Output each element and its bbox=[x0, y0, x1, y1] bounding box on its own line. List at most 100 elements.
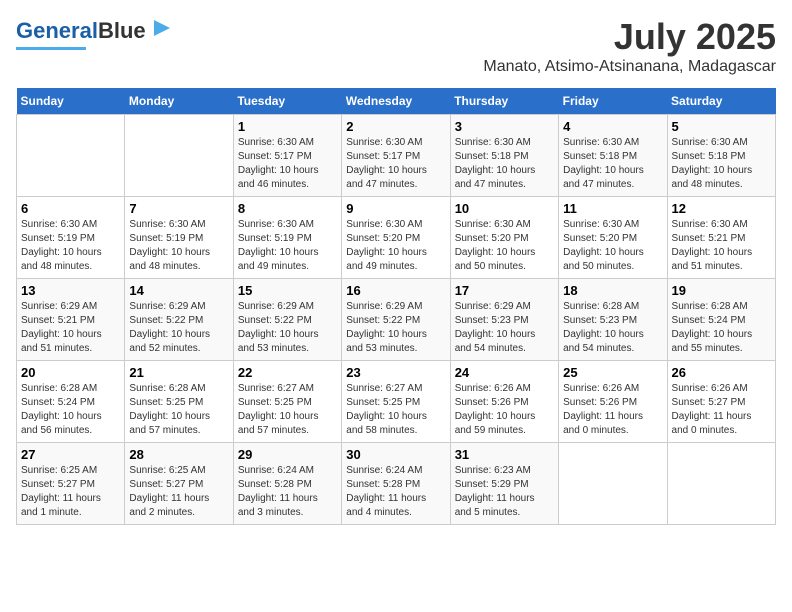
day-number: 11 bbox=[563, 201, 662, 216]
calendar-day-cell: 8 Sunrise: 6:30 AM Sunset: 5:19 PM Daylig… bbox=[233, 197, 341, 279]
page-title: July 2025 bbox=[483, 16, 776, 58]
day-number: 30 bbox=[346, 447, 445, 462]
day-info: Sunrise: 6:29 AM Sunset: 5:22 PM Dayligh… bbox=[129, 300, 228, 356]
day-number: 19 bbox=[672, 283, 771, 298]
calendar-day-cell: 5 Sunrise: 6:30 AM Sunset: 5:18 PM Daylig… bbox=[667, 115, 775, 197]
weekday-header: Tuesday bbox=[233, 88, 341, 115]
calendar-week-row: 1 Sunrise: 6:30 AM Sunset: 5:17 PM Daylig… bbox=[17, 115, 776, 197]
calendar-day-cell: 2Sunrise: 6:30 AM Sunset: 5:17 PM Daylig… bbox=[342, 115, 450, 197]
page-header: GeneralBlue July 2025 Manato, Atsimo-Ats… bbox=[16, 16, 776, 76]
calendar-day-cell: 29Sunrise: 6:24 AM Sunset: 5:28 PM Dayli… bbox=[233, 443, 341, 525]
day-number: 17 bbox=[455, 283, 554, 298]
day-number: 16 bbox=[346, 283, 445, 298]
calendar-day-cell bbox=[125, 115, 233, 197]
day-number: 10 bbox=[455, 201, 554, 216]
day-number: 24 bbox=[455, 365, 554, 380]
weekday-header: Friday bbox=[559, 88, 667, 115]
day-info: Sunrise: 6:23 AM Sunset: 5:29 PM Dayligh… bbox=[455, 464, 554, 520]
day-number: 14 bbox=[129, 283, 228, 298]
calendar-header-row: SundayMondayTuesdayWednesdayThursdayFrid… bbox=[17, 88, 776, 115]
day-info: Sunrise: 6:30 AM Sunset: 5:18 PM Dayligh… bbox=[455, 136, 554, 192]
weekday-header: Thursday bbox=[450, 88, 558, 115]
day-number: 13 bbox=[21, 283, 120, 298]
day-number: 1 bbox=[238, 119, 337, 134]
day-info: Sunrise: 6:29 AM Sunset: 5:21 PM Dayligh… bbox=[21, 300, 120, 356]
day-info: Sunrise: 6:29 AM Sunset: 5:22 PM Dayligh… bbox=[238, 300, 337, 356]
day-number: 9 bbox=[346, 201, 445, 216]
day-info: Sunrise: 6:26 AM Sunset: 5:26 PM Dayligh… bbox=[455, 382, 554, 438]
calendar-day-cell: 14 Sunrise: 6:29 AM Sunset: 5:22 PM Dayli… bbox=[125, 279, 233, 361]
day-info: Sunrise: 6:30 AM Sunset: 5:19 PM Dayligh… bbox=[238, 218, 337, 274]
day-info: Sunrise: 6:29 AM Sunset: 5:23 PM Dayligh… bbox=[455, 300, 554, 356]
weekday-header: Wednesday bbox=[342, 88, 450, 115]
day-info: Sunrise: 6:30 AM Sunset: 5:20 PM Dayligh… bbox=[455, 218, 554, 274]
day-number: 27 bbox=[21, 447, 120, 462]
calendar-day-cell: 6 Sunrise: 6:30 AM Sunset: 5:19 PM Daylig… bbox=[17, 197, 125, 279]
day-info: Sunrise: 6:30 AM Sunset: 5:17 PM Dayligh… bbox=[346, 136, 445, 192]
day-info: Sunrise: 6:28 AM Sunset: 5:24 PM Dayligh… bbox=[21, 382, 120, 438]
day-info: Sunrise: 6:30 AM Sunset: 5:19 PM Dayligh… bbox=[21, 218, 120, 274]
day-info: Sunrise: 6:28 AM Sunset: 5:23 PM Dayligh… bbox=[563, 300, 662, 356]
calendar-day-cell bbox=[17, 115, 125, 197]
calendar-day-cell bbox=[667, 443, 775, 525]
day-info: Sunrise: 6:30 AM Sunset: 5:18 PM Dayligh… bbox=[672, 136, 771, 192]
day-number: 15 bbox=[238, 283, 337, 298]
calendar-day-cell: 4Sunrise: 6:30 AM Sunset: 5:18 PM Daylig… bbox=[559, 115, 667, 197]
calendar-day-cell: 31Sunrise: 6:23 AM Sunset: 5:29 PM Dayli… bbox=[450, 443, 558, 525]
day-info: Sunrise: 6:26 AM Sunset: 5:26 PM Dayligh… bbox=[563, 382, 662, 438]
calendar-day-cell: 9 Sunrise: 6:30 AM Sunset: 5:20 PM Daylig… bbox=[342, 197, 450, 279]
day-info: Sunrise: 6:25 AM Sunset: 5:27 PM Dayligh… bbox=[129, 464, 228, 520]
day-info: Sunrise: 6:29 AM Sunset: 5:22 PM Dayligh… bbox=[346, 300, 445, 356]
calendar-week-row: 27 Sunrise: 6:25 AM Sunset: 5:27 PM Dayli… bbox=[17, 443, 776, 525]
day-info: Sunrise: 6:30 AM Sunset: 5:20 PM Dayligh… bbox=[346, 218, 445, 274]
calendar-day-cell: 11Sunrise: 6:30 AM Sunset: 5:20 PM Dayli… bbox=[559, 197, 667, 279]
day-number: 12 bbox=[672, 201, 771, 216]
logo-text: GeneralBlue bbox=[16, 20, 146, 42]
calendar-week-row: 13 Sunrise: 6:29 AM Sunset: 5:21 PM Dayli… bbox=[17, 279, 776, 361]
calendar-week-row: 20 Sunrise: 6:28 AM Sunset: 5:24 PM Dayli… bbox=[17, 361, 776, 443]
calendar-day-cell: 7Sunrise: 6:30 AM Sunset: 5:19 PM Daylig… bbox=[125, 197, 233, 279]
day-info: Sunrise: 6:28 AM Sunset: 5:24 PM Dayligh… bbox=[672, 300, 771, 356]
calendar-day-cell: 19 Sunrise: 6:28 AM Sunset: 5:24 PM Dayli… bbox=[667, 279, 775, 361]
calendar-day-cell: 1 Sunrise: 6:30 AM Sunset: 5:17 PM Daylig… bbox=[233, 115, 341, 197]
day-number: 23 bbox=[346, 365, 445, 380]
weekday-header: Monday bbox=[125, 88, 233, 115]
calendar-day-cell: 13 Sunrise: 6:29 AM Sunset: 5:21 PM Dayli… bbox=[17, 279, 125, 361]
title-block: July 2025 Manato, Atsimo-Atsinanana, Mad… bbox=[483, 16, 776, 76]
calendar-day-cell: 18 Sunrise: 6:28 AM Sunset: 5:23 PM Dayli… bbox=[559, 279, 667, 361]
calendar-day-cell: 21Sunrise: 6:28 AM Sunset: 5:25 PM Dayli… bbox=[125, 361, 233, 443]
calendar-day-cell: 24 Sunrise: 6:26 AM Sunset: 5:26 PM Dayli… bbox=[450, 361, 558, 443]
calendar-day-cell: 17 Sunrise: 6:29 AM Sunset: 5:23 PM Dayli… bbox=[450, 279, 558, 361]
day-info: Sunrise: 6:30 AM Sunset: 5:18 PM Dayligh… bbox=[563, 136, 662, 192]
day-number: 3 bbox=[455, 119, 554, 134]
day-number: 18 bbox=[563, 283, 662, 298]
day-info: Sunrise: 6:25 AM Sunset: 5:27 PM Dayligh… bbox=[21, 464, 120, 520]
day-number: 6 bbox=[21, 201, 120, 216]
calendar-day-cell: 12Sunrise: 6:30 AM Sunset: 5:21 PM Dayli… bbox=[667, 197, 775, 279]
calendar-day-cell: 22Sunrise: 6:27 AM Sunset: 5:25 PM Dayli… bbox=[233, 361, 341, 443]
calendar-day-cell: 23 Sunrise: 6:27 AM Sunset: 5:25 PM Dayli… bbox=[342, 361, 450, 443]
day-info: Sunrise: 6:27 AM Sunset: 5:25 PM Dayligh… bbox=[346, 382, 445, 438]
day-number: 8 bbox=[238, 201, 337, 216]
day-number: 20 bbox=[21, 365, 120, 380]
calendar-day-cell: 26Sunrise: 6:26 AM Sunset: 5:27 PM Dayli… bbox=[667, 361, 775, 443]
calendar-day-cell bbox=[559, 443, 667, 525]
calendar-table: SundayMondayTuesdayWednesdayThursdayFrid… bbox=[16, 88, 776, 525]
day-number: 25 bbox=[563, 365, 662, 380]
day-number: 7 bbox=[129, 201, 228, 216]
calendar-day-cell: 3 Sunrise: 6:30 AM Sunset: 5:18 PM Daylig… bbox=[450, 115, 558, 197]
calendar-day-cell: 30Sunrise: 6:24 AM Sunset: 5:28 PM Dayli… bbox=[342, 443, 450, 525]
day-number: 29 bbox=[238, 447, 337, 462]
weekday-header: Sunday bbox=[17, 88, 125, 115]
calendar-day-cell: 28 Sunrise: 6:25 AM Sunset: 5:27 PM Dayli… bbox=[125, 443, 233, 525]
calendar-day-cell: 10 Sunrise: 6:30 AM Sunset: 5:20 PM Dayli… bbox=[450, 197, 558, 279]
calendar-day-cell: 27 Sunrise: 6:25 AM Sunset: 5:27 PM Dayli… bbox=[17, 443, 125, 525]
day-info: Sunrise: 6:27 AM Sunset: 5:25 PM Dayligh… bbox=[238, 382, 337, 438]
day-info: Sunrise: 6:28 AM Sunset: 5:25 PM Dayligh… bbox=[129, 382, 228, 438]
day-info: Sunrise: 6:30 AM Sunset: 5:17 PM Dayligh… bbox=[238, 136, 337, 192]
calendar-day-cell: 25 Sunrise: 6:26 AM Sunset: 5:26 PM Dayli… bbox=[559, 361, 667, 443]
day-number: 5 bbox=[672, 119, 771, 134]
logo-arrow-icon bbox=[150, 18, 172, 40]
logo: GeneralBlue bbox=[16, 16, 172, 50]
day-number: 28 bbox=[129, 447, 228, 462]
